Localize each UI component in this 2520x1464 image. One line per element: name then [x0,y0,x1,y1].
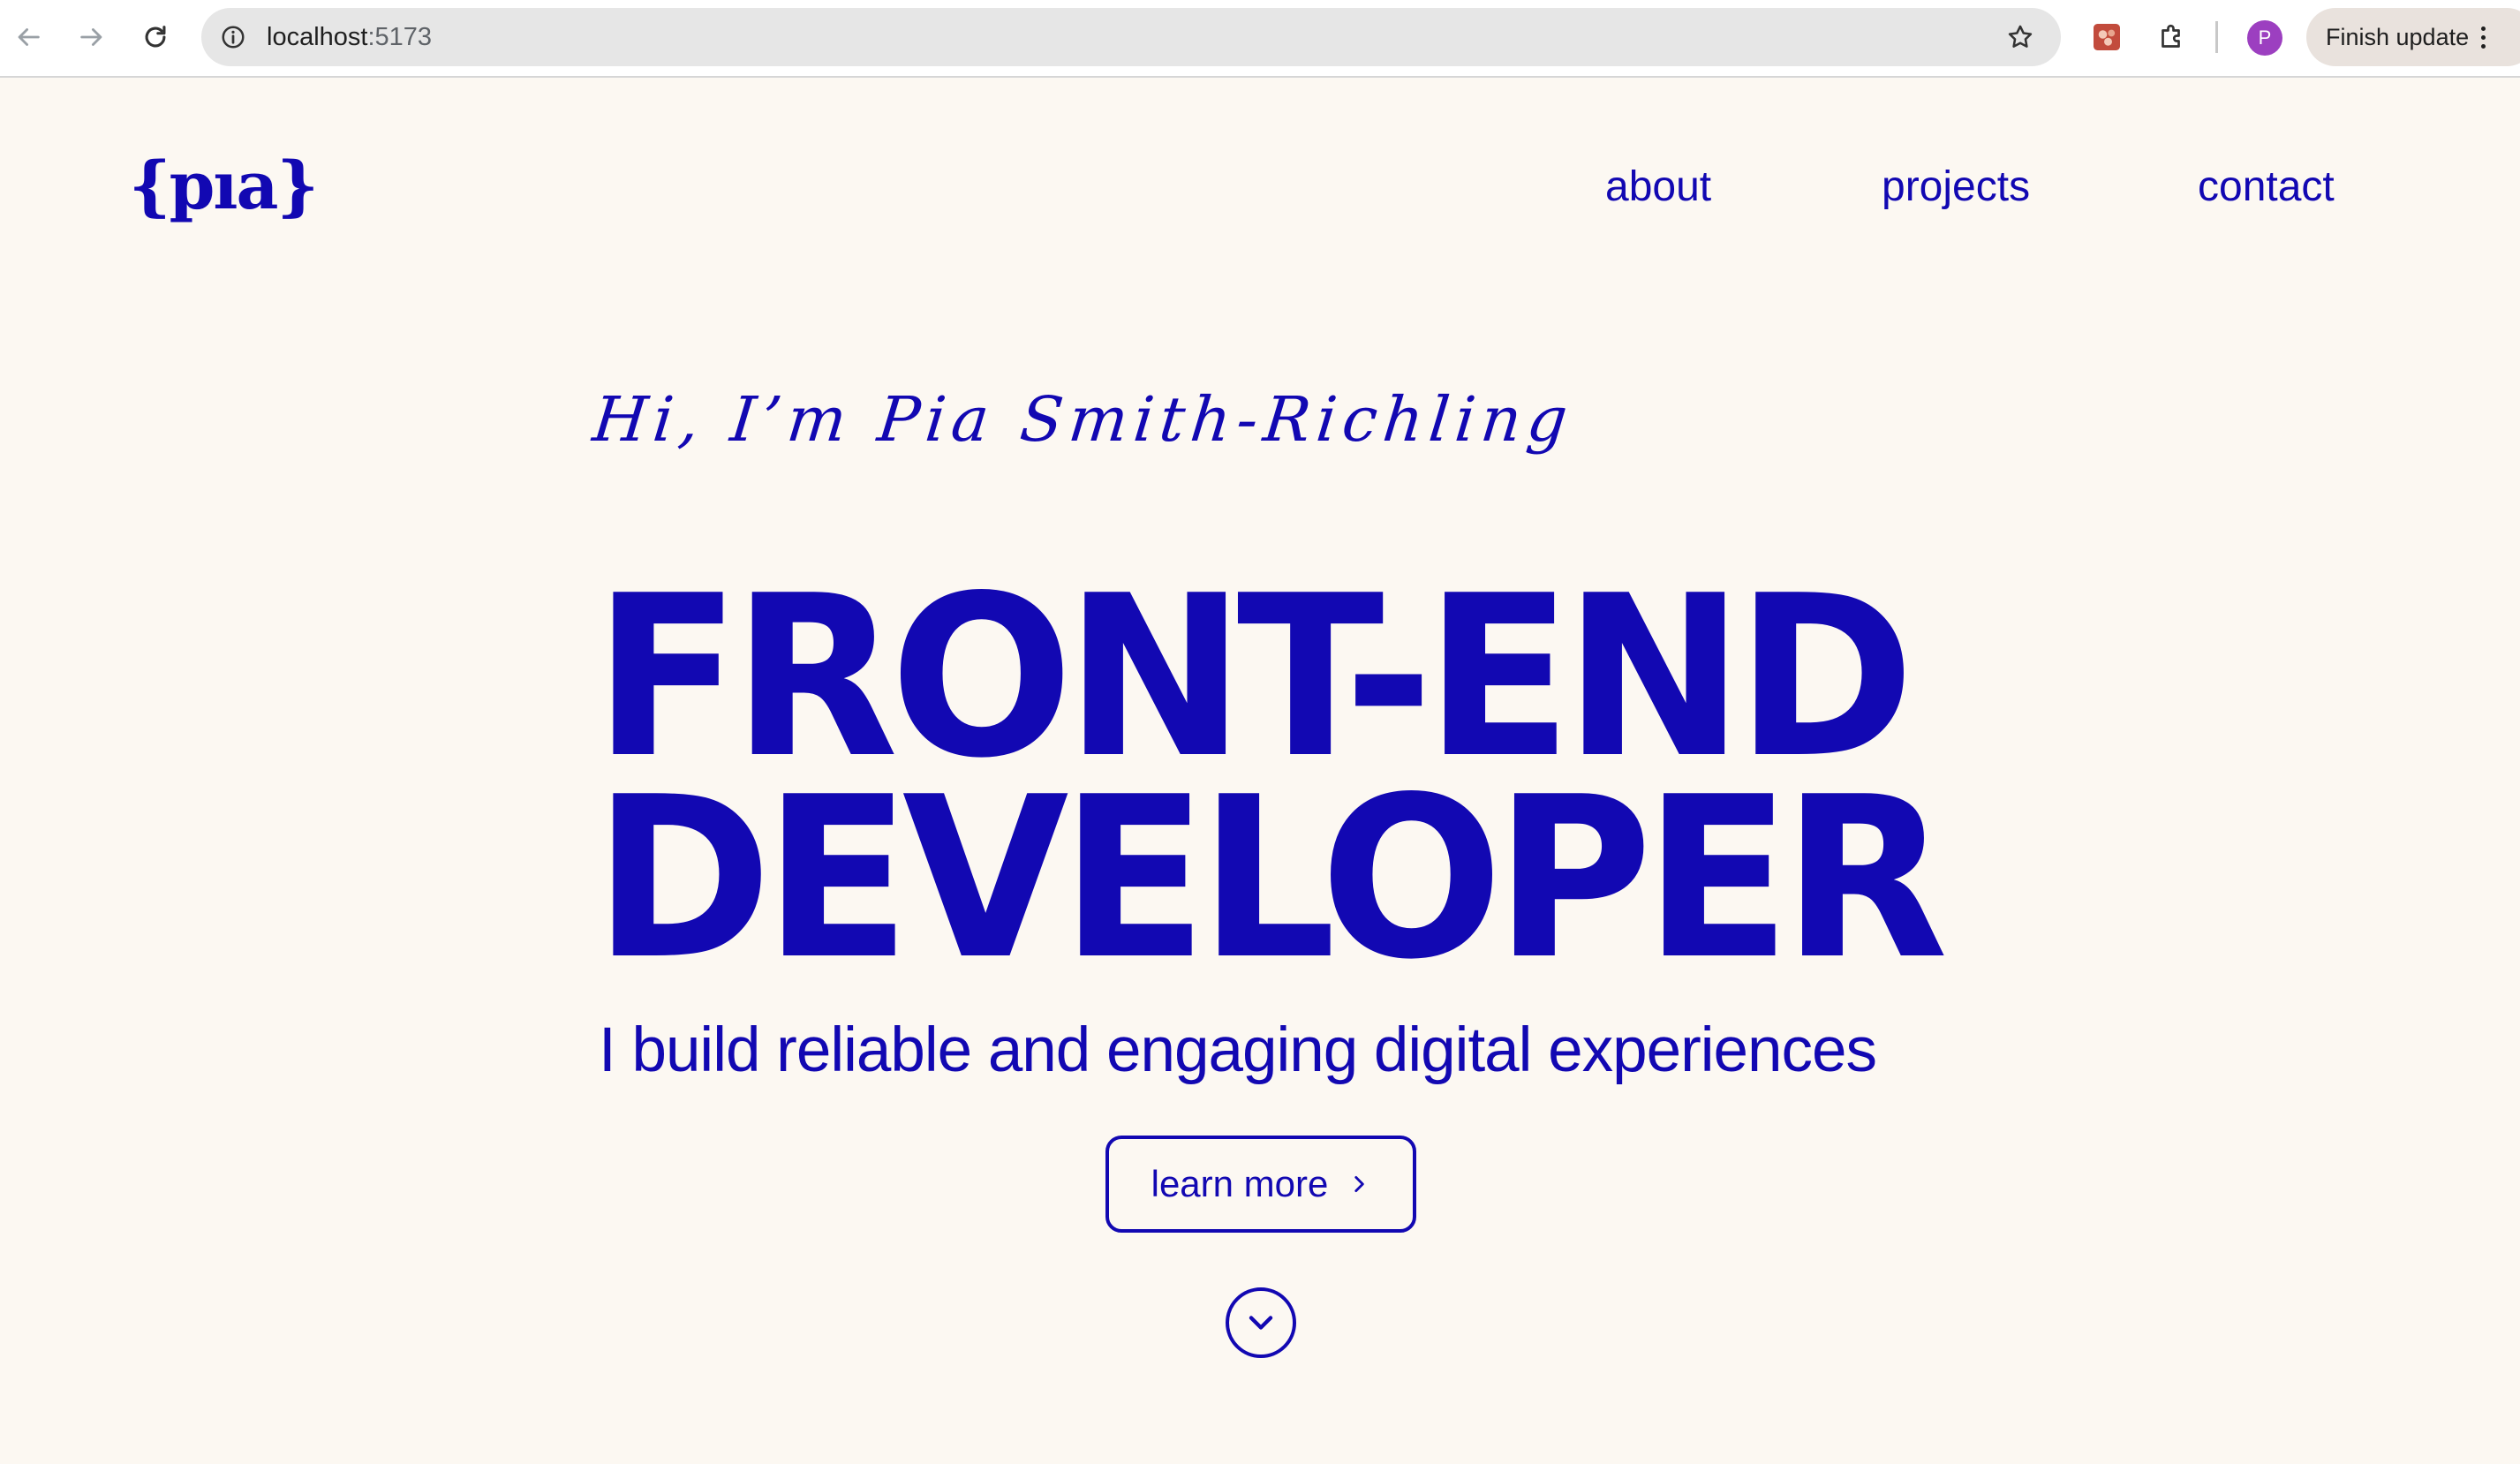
nav-link-contact[interactable]: contact [2198,166,2335,208]
finish-update-button[interactable]: Finish update [2306,8,2520,66]
back-button[interactable] [9,18,48,57]
url-text: localhost:5173 [267,8,432,66]
puzzle-icon [2162,24,2180,48]
chevron-right-icon [1354,1176,1365,1192]
reload-icon [145,26,166,48]
reload-button[interactable] [136,18,175,57]
chevron-down-icon [1249,1316,1273,1330]
portfolio-page: {pıa} about projects contact Hi, I’m Pia… [0,79,2520,1464]
hero-greeting: Hi, I’m Pia Smith-Richling [589,383,1577,456]
url-port: :5173 [367,23,433,51]
site-info-button[interactable] [215,19,251,55]
kebab-menu-icon [2481,26,2486,49]
back-arrow-icon [18,28,40,46]
profile-avatar[interactable]: P [2247,20,2282,56]
extension-app-button[interactable] [2089,19,2124,55]
extension-app-icon [2094,24,2120,50]
learn-more-label: learn more [1151,1163,1329,1204]
finish-update-label: Finish update [2326,23,2470,50]
info-icon [222,26,245,49]
browser-toolbar: localhost:5173 P Finish update [0,0,2520,78]
scroll-down-button[interactable] [1226,1287,1296,1358]
hero-headline-line-2: DEVELOPER [593,750,1948,1008]
toolbar-separator [2215,21,2218,53]
learn-more-button[interactable]: learn more [1105,1136,1416,1233]
site-logo[interactable]: {pıa} [129,154,319,219]
hero-tagline: I build reliable and engaging digital ex… [599,1015,1877,1085]
bookmark-button[interactable] [2003,19,2038,55]
url-host: localhost [267,23,368,51]
nav-link-projects[interactable]: projects [1882,166,2030,208]
forward-button[interactable] [72,18,111,57]
extensions-button[interactable] [2154,19,2190,55]
forward-arrow-icon [80,28,102,46]
address-bar[interactable]: localhost:5173 [201,8,2061,66]
star-icon [2008,25,2033,48]
nav-link-about[interactable]: about [1605,166,1711,208]
